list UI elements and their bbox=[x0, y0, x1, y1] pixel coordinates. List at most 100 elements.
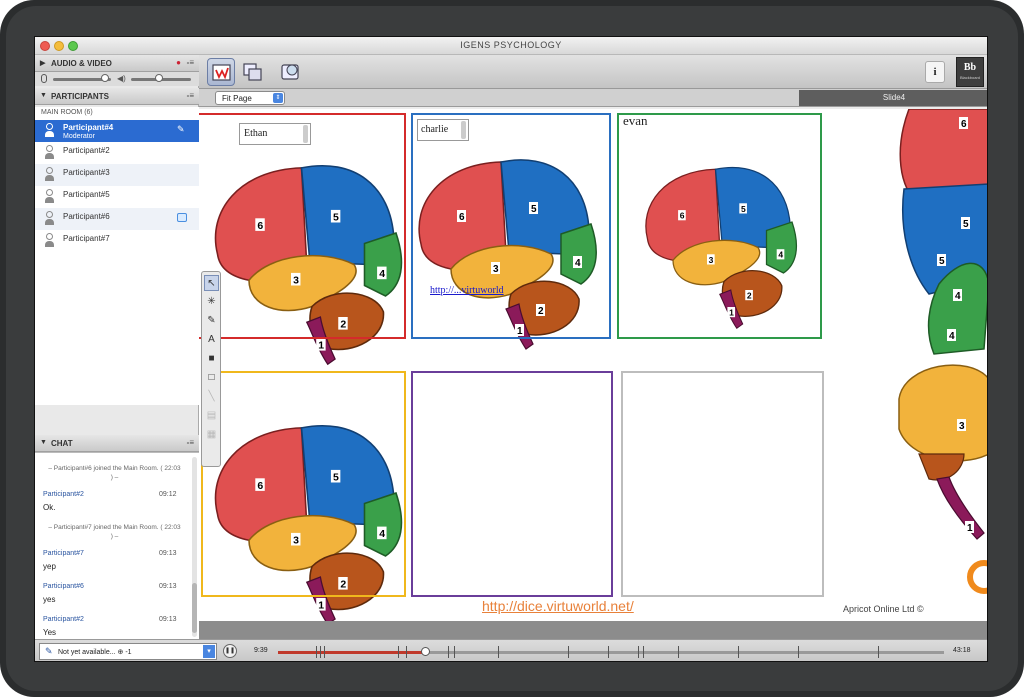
chat-title: CHAT bbox=[51, 439, 73, 448]
speaker-volume-knob[interactable] bbox=[155, 74, 163, 82]
chat-system-message: – Participant#7 joined the Main Room. ( … bbox=[48, 524, 181, 540]
app-share-button[interactable] bbox=[239, 58, 267, 86]
collapse-arrow-icon: ▶ bbox=[40, 60, 46, 67]
participant-row[interactable]: Participant#2 bbox=[35, 142, 199, 164]
collapse-arrow-icon: ▼ bbox=[40, 92, 47, 99]
blackboard-sub-label: Blackboard bbox=[959, 75, 980, 80]
chat-scrollbar-thumb[interactable] bbox=[192, 583, 197, 633]
participant-name: Participant#7 bbox=[63, 234, 110, 243]
panel-menu-icon[interactable]: -≡ bbox=[187, 58, 194, 67]
timeline-marker bbox=[324, 646, 325, 658]
blackboard-button[interactable]: Bb Blackboard bbox=[956, 57, 984, 87]
timeline-marker bbox=[678, 646, 679, 658]
pointer-tool-icon[interactable]: ✳ bbox=[204, 294, 219, 310]
insert-tool-icon[interactable]: ▦ bbox=[204, 427, 219, 443]
whiteboard-button[interactable] bbox=[207, 58, 235, 86]
dropdown-arrow-icon: ⇕ bbox=[273, 93, 283, 103]
panel-menu-icon[interactable]: -≡ bbox=[187, 438, 194, 447]
chat-bubble-icon bbox=[177, 213, 187, 222]
participants-header[interactable]: ▼ PARTICIPANTS -≡ bbox=[35, 88, 199, 105]
pause-button[interactable]: ❚❚ bbox=[223, 644, 237, 658]
chat-message: Ok. bbox=[43, 503, 56, 512]
user-avatar-icon bbox=[45, 167, 54, 182]
timeline-marker bbox=[798, 646, 799, 658]
main-toolbar: i Bb Blackboard bbox=[199, 55, 987, 89]
participant-name: Participant#2 bbox=[63, 146, 110, 155]
chat-sender: Participant#6 bbox=[43, 583, 84, 590]
participant-row[interactable]: Participant#7 bbox=[35, 230, 199, 252]
zoom-select[interactable]: Fit Page ⇕ bbox=[215, 91, 285, 105]
user-avatar-icon bbox=[45, 233, 54, 248]
playback-bar: ✎ Not yet available... ⊕ -1 ▾ ❚❚ 9:39 43… bbox=[35, 639, 987, 661]
info-button[interactable]: i bbox=[925, 61, 945, 83]
chat-header[interactable]: ▼ CHAT -≡ bbox=[35, 435, 199, 452]
chat-message: yep bbox=[43, 562, 56, 571]
participant-card[interactable] bbox=[201, 371, 406, 597]
pencil-tool-icon[interactable]: ✎ bbox=[204, 313, 219, 329]
horizontal-scrollbar[interactable] bbox=[199, 621, 987, 639]
participant-card[interactable] bbox=[411, 371, 613, 597]
participant-card[interactable] bbox=[621, 371, 824, 597]
card-name-box: Ethan bbox=[239, 123, 311, 145]
svg-text:4: 4 bbox=[955, 291, 961, 302]
collapse-arrow-icon: ▼ bbox=[40, 439, 47, 446]
apricot-logo-icon bbox=[967, 560, 987, 594]
timeline-marker bbox=[638, 646, 639, 658]
svg-text:3: 3 bbox=[959, 421, 965, 432]
web-tour-button[interactable] bbox=[277, 58, 305, 86]
rectangle-tool-icon[interactable]: □ bbox=[204, 370, 219, 386]
timeline-marker bbox=[498, 646, 499, 658]
svg-text:5: 5 bbox=[963, 219, 969, 230]
status-select-label: Not yet available... ⊕ -1 bbox=[58, 649, 132, 656]
svg-text:4: 4 bbox=[949, 331, 955, 342]
participants-list: MAIN ROOM (6) Participant#4 Moderator ✎ … bbox=[35, 107, 199, 405]
playback-timeline[interactable] bbox=[278, 646, 944, 658]
brain-pieces-drawing: 6 5 5 4 4 3 1 bbox=[898, 109, 987, 594]
participant-row[interactable]: Participant#6 bbox=[35, 208, 199, 230]
blackboard-logo-text: Bb bbox=[963, 62, 977, 73]
chat-sender: Participant#2 bbox=[43, 616, 84, 623]
participant-row[interactable]: Participant#5 bbox=[35, 186, 199, 208]
mic-volume-knob[interactable] bbox=[101, 74, 109, 82]
chat-log[interactable]: – Participant#6 joined the Main Room. ( … bbox=[35, 452, 199, 642]
timeline-marker bbox=[643, 646, 644, 658]
timeline-marker bbox=[320, 646, 321, 658]
view-bar: Fit Page ⇕ Slide4 bbox=[199, 89, 987, 107]
chat-time: 09:13 bbox=[159, 550, 177, 557]
participant-role: Moderator bbox=[63, 133, 95, 140]
select-tool-icon[interactable]: ↖ bbox=[204, 275, 219, 291]
chat-time: 09:13 bbox=[159, 583, 177, 590]
timeline-marker bbox=[406, 646, 407, 658]
chat-time: 09:12 bbox=[159, 491, 177, 498]
card-link[interactable]: http://...virtuworld bbox=[430, 285, 504, 296]
app-share-icon bbox=[243, 63, 262, 81]
footer-link[interactable]: http://dice.virtuworld.net/ bbox=[482, 598, 634, 614]
panel-menu-icon[interactable]: -≡ bbox=[187, 91, 194, 100]
brand-label: Apricot Online Ltd © bbox=[843, 604, 924, 614]
user-avatar-icon bbox=[45, 145, 54, 160]
card-label: Ethan bbox=[244, 128, 268, 139]
chat-time: 09:13 bbox=[159, 616, 177, 623]
total-time: 43:18 bbox=[953, 647, 971, 654]
status-select[interactable]: ✎ Not yet available... ⊕ -1 ▾ bbox=[39, 643, 217, 660]
timeline-marker bbox=[454, 646, 455, 658]
text-tool-icon[interactable]: A bbox=[204, 332, 219, 348]
participant-row[interactable]: Participant#3 bbox=[35, 164, 199, 186]
audio-video-header[interactable]: ▶ AUDIO & VIDEO ● -≡ bbox=[35, 55, 199, 72]
participant-card[interactable] bbox=[411, 113, 611, 339]
clipboard-tool-icon[interactable]: ▤ bbox=[204, 408, 219, 424]
line-tool-icon[interactable]: ╲ bbox=[204, 389, 219, 405]
participant-row[interactable]: Participant#4 Moderator ✎ bbox=[35, 120, 199, 142]
participant-card[interactable] bbox=[617, 113, 822, 339]
window-title: IGENS PSYCHOLOGY bbox=[460, 40, 562, 50]
participant-name: Participant#6 bbox=[63, 212, 110, 221]
timeline-marker bbox=[738, 646, 739, 658]
fill-tool-icon[interactable]: ■ bbox=[204, 351, 219, 367]
card-label: charlie bbox=[421, 124, 449, 135]
room-label: MAIN ROOM (6) bbox=[41, 109, 93, 116]
speaker-icon: ◀) bbox=[117, 74, 126, 83]
left-panel: ▶ AUDIO & VIDEO ● -≡ ◀) ▼ PARTICIPANTS -… bbox=[35, 55, 199, 642]
playback-scrubber[interactable] bbox=[420, 647, 430, 656]
participant-card[interactable] bbox=[199, 113, 406, 339]
whiteboard-canvas[interactable]: 6 5 4 3 2 1 6 5 5 bbox=[199, 109, 987, 621]
